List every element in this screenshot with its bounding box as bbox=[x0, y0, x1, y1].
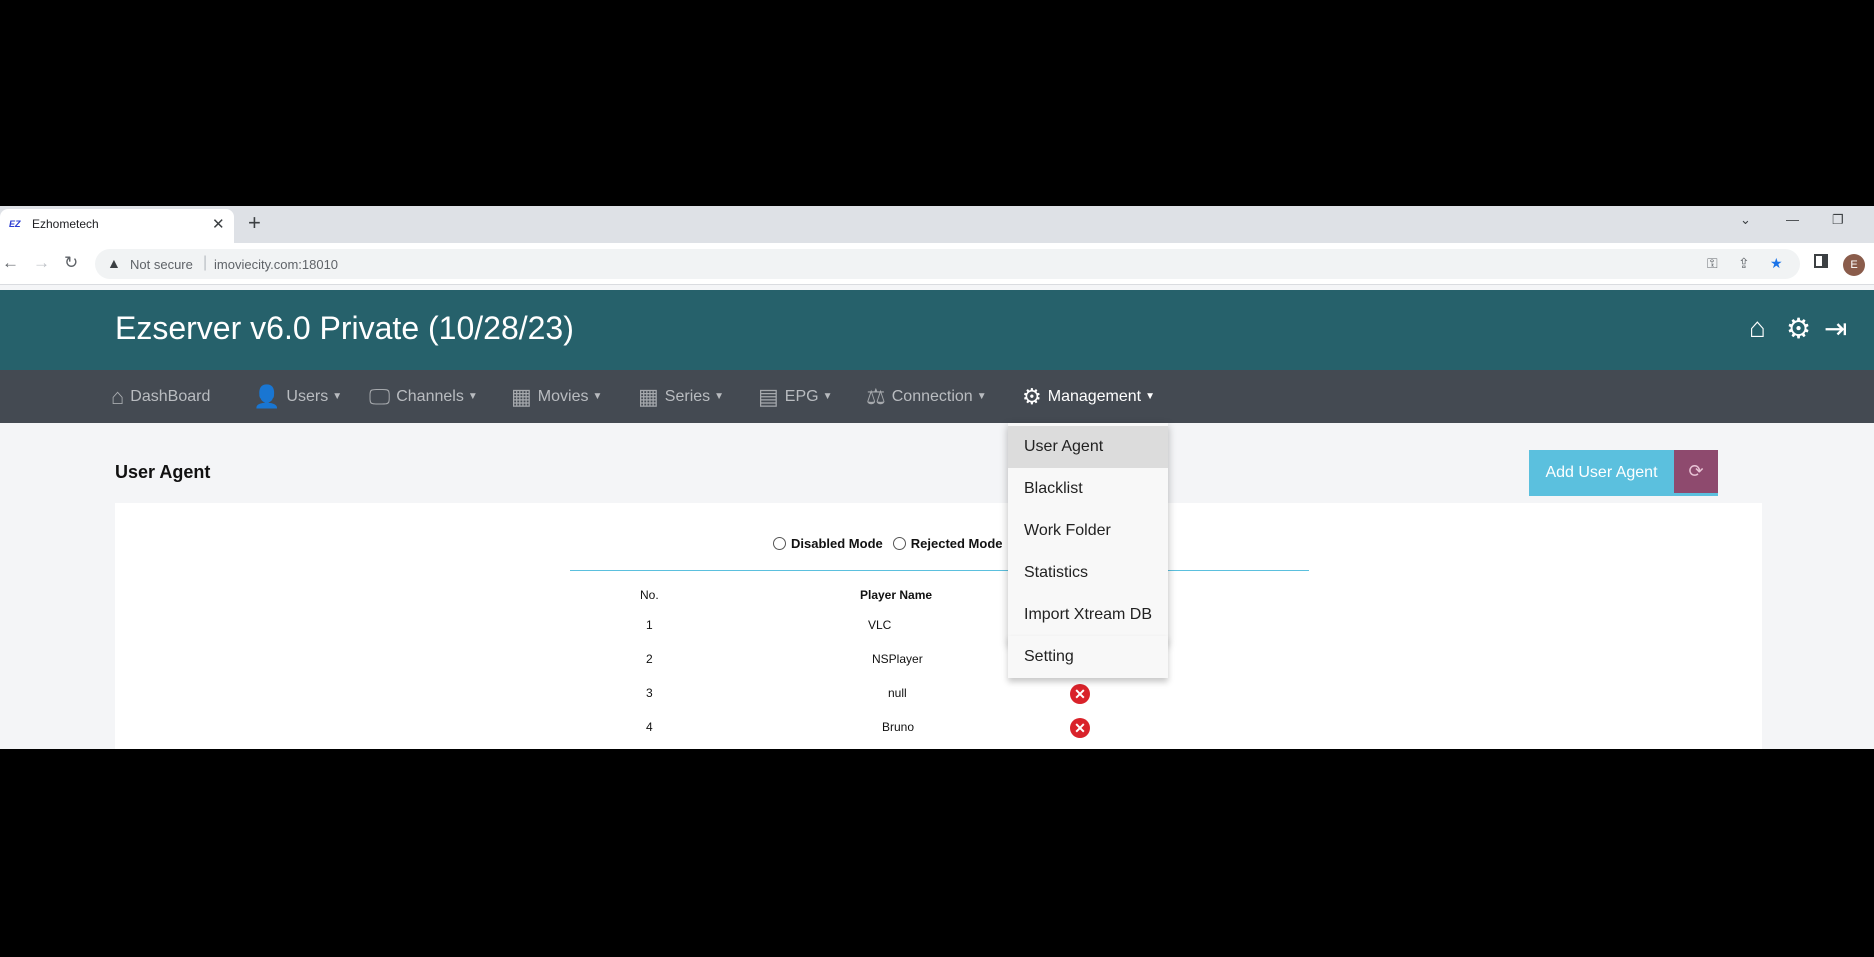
side-panel-icon[interactable] bbox=[1814, 254, 1828, 268]
delete-icon[interactable]: ✕ bbox=[1070, 718, 1090, 738]
nav-dashboard[interactable]: ⌂ DashBoard bbox=[111, 370, 210, 423]
gear-icon: ⚙ bbox=[1022, 383, 1042, 409]
rejected-mode-label: Rejected Mode bbox=[910, 536, 1003, 551]
caret-down-icon: ▼ bbox=[1145, 391, 1156, 402]
refresh-button[interactable]: ⟳ bbox=[1674, 450, 1718, 496]
url-text[interactable]: imoviecity.com:18010 bbox=[214, 257, 338, 272]
film-icon: ▦ bbox=[511, 383, 532, 409]
bookmark-star-icon[interactable]: ★ bbox=[1770, 255, 1783, 272]
tab-search-icon[interactable]: ⌄ bbox=[1740, 212, 1751, 228]
home-icon: ⌂ bbox=[111, 383, 125, 409]
monitor-icon: 🖵 bbox=[369, 383, 391, 409]
menu-item-import-xtream-db[interactable]: Import Xtream DB bbox=[1008, 594, 1168, 636]
key-icon[interactable]: ⚿ bbox=[1707, 255, 1718, 272]
nav-label: Series bbox=[664, 387, 711, 405]
column-header-player-name: Player Name bbox=[860, 588, 933, 602]
letterbox-bottom bbox=[0, 749, 1874, 957]
nav-users[interactable]: 👤 Users ▼ bbox=[253, 370, 342, 423]
disabled-mode-radio[interactable] bbox=[773, 537, 786, 550]
user-icon: 👤 bbox=[253, 383, 281, 409]
nav-label: Channels bbox=[396, 387, 464, 405]
address-bar[interactable]: ▲ Not secure | imoviecity.com:18010 ⚿ ⇪ … bbox=[95, 249, 1800, 279]
menu-item-setting[interactable]: Setting bbox=[1008, 636, 1168, 678]
browser-window: EZ Ezhometech ✕ + ⌄ — ❐ ← → ↻ ▲ Not secu… bbox=[0, 206, 1874, 749]
restore-icon[interactable]: ❐ bbox=[1832, 212, 1844, 228]
main-nav: ⌂ DashBoard 👤 Users ▼ 🖵 Channels ▼ ▦ Mov… bbox=[0, 370, 1874, 423]
row-no: 3 bbox=[646, 686, 653, 700]
delete-icon[interactable]: ✕ bbox=[1070, 684, 1090, 704]
nav-label: Users bbox=[286, 387, 329, 405]
nav-series[interactable]: ▦ Series ▼ bbox=[638, 370, 724, 423]
tab-strip: EZ Ezhometech ✕ + ⌄ — ❐ bbox=[0, 206, 1874, 243]
nav-connection[interactable]: ⚖ Connection ▼ bbox=[866, 370, 987, 423]
menu-item-blacklist[interactable]: Blacklist bbox=[1008, 468, 1168, 510]
favicon-icon: EZ bbox=[9, 219, 21, 229]
row-player-name: NSPlayer bbox=[872, 652, 923, 666]
url-separator: | bbox=[203, 254, 208, 271]
tab-title: Ezhometech bbox=[32, 217, 99, 231]
rejected-mode-radio[interactable] bbox=[892, 537, 906, 550]
share-icon[interactable]: ⇪ bbox=[1738, 255, 1750, 272]
row-no: 1 bbox=[646, 618, 653, 632]
gear-icon[interactable]: ⚙ bbox=[1786, 312, 1811, 345]
row-no: 2 bbox=[646, 652, 653, 666]
add-user-agent-button[interactable]: Add User Agent bbox=[1529, 450, 1674, 496]
new-tab-button[interactable]: + bbox=[248, 210, 261, 236]
nav-label: Movies bbox=[537, 387, 589, 405]
forward-icon[interactable]: → bbox=[33, 253, 50, 273]
scale-icon: ⚖ bbox=[866, 383, 886, 409]
caret-down-icon: ▼ bbox=[976, 391, 987, 402]
browser-tab[interactable]: EZ Ezhometech ✕ bbox=[0, 209, 234, 243]
nav-label: Connection bbox=[891, 387, 973, 405]
warning-icon[interactable]: ▲ bbox=[107, 255, 121, 271]
caret-down-icon: ▼ bbox=[332, 391, 343, 402]
back-icon[interactable]: ← bbox=[2, 253, 19, 273]
page-title: User Agent bbox=[115, 462, 211, 482]
disabled-mode-label: Disabled Mode bbox=[791, 536, 883, 551]
reload-icon[interactable]: ↻ bbox=[64, 253, 78, 273]
app-header: Ezserver v6.0 Private (10/28/23) ⌂ ⚙ ⇥ bbox=[0, 290, 1874, 370]
mode-divider bbox=[570, 570, 1309, 571]
refresh-icon: ⟳ bbox=[1688, 461, 1704, 481]
security-label[interactable]: Not secure bbox=[130, 257, 193, 272]
column-header-no: No. bbox=[640, 588, 659, 602]
browser-toolbar: ← → ↻ ▲ Not secure | imoviecity.com:1801… bbox=[0, 243, 1874, 285]
caret-down-icon: ▼ bbox=[822, 391, 833, 402]
mode-selector: Disabled Mode Rejected Mode bbox=[773, 536, 1029, 551]
row-player-name: Bruno bbox=[882, 720, 915, 734]
nav-epg[interactable]: ▤ EPG ▼ bbox=[758, 370, 833, 423]
caret-down-icon: ▼ bbox=[467, 391, 478, 402]
row-no: 4 bbox=[646, 720, 653, 734]
menu-item-user-agent[interactable]: User Agent bbox=[1008, 426, 1168, 468]
menu-item-statistics[interactable]: Statistics bbox=[1008, 552, 1168, 594]
minimize-icon[interactable]: — bbox=[1786, 212, 1799, 227]
caret-down-icon: ▼ bbox=[592, 391, 603, 402]
profile-avatar[interactable]: E bbox=[1843, 254, 1865, 276]
film-icon: ▦ bbox=[638, 383, 659, 409]
nav-management[interactable]: ⚙ Management ▼ bbox=[1022, 370, 1155, 423]
nav-label: EPG bbox=[784, 387, 819, 405]
nav-label: DashBoard bbox=[130, 387, 211, 405]
row-player-name: VLC bbox=[868, 618, 892, 632]
letterbox-top bbox=[0, 0, 1874, 206]
management-dropdown: User Agent Blacklist Work Folder Statist… bbox=[1008, 423, 1168, 643]
home-icon[interactable]: ⌂ bbox=[1749, 312, 1766, 344]
nav-movies[interactable]: ▦ Movies ▼ bbox=[511, 370, 602, 423]
tab-close-icon[interactable]: ✕ bbox=[212, 215, 225, 233]
logout-icon[interactable]: ⇥ bbox=[1824, 312, 1847, 345]
list-icon: ▤ bbox=[758, 383, 779, 409]
menu-item-work-folder[interactable]: Work Folder bbox=[1008, 510, 1168, 552]
nav-channels[interactable]: 🖵 Channels ▼ bbox=[369, 370, 478, 423]
nav-label: Management bbox=[1047, 387, 1142, 405]
row-player-name: null bbox=[888, 686, 907, 700]
caret-down-icon: ▼ bbox=[714, 391, 725, 402]
app-title: Ezserver v6.0 Private (10/28/23) bbox=[115, 310, 574, 346]
